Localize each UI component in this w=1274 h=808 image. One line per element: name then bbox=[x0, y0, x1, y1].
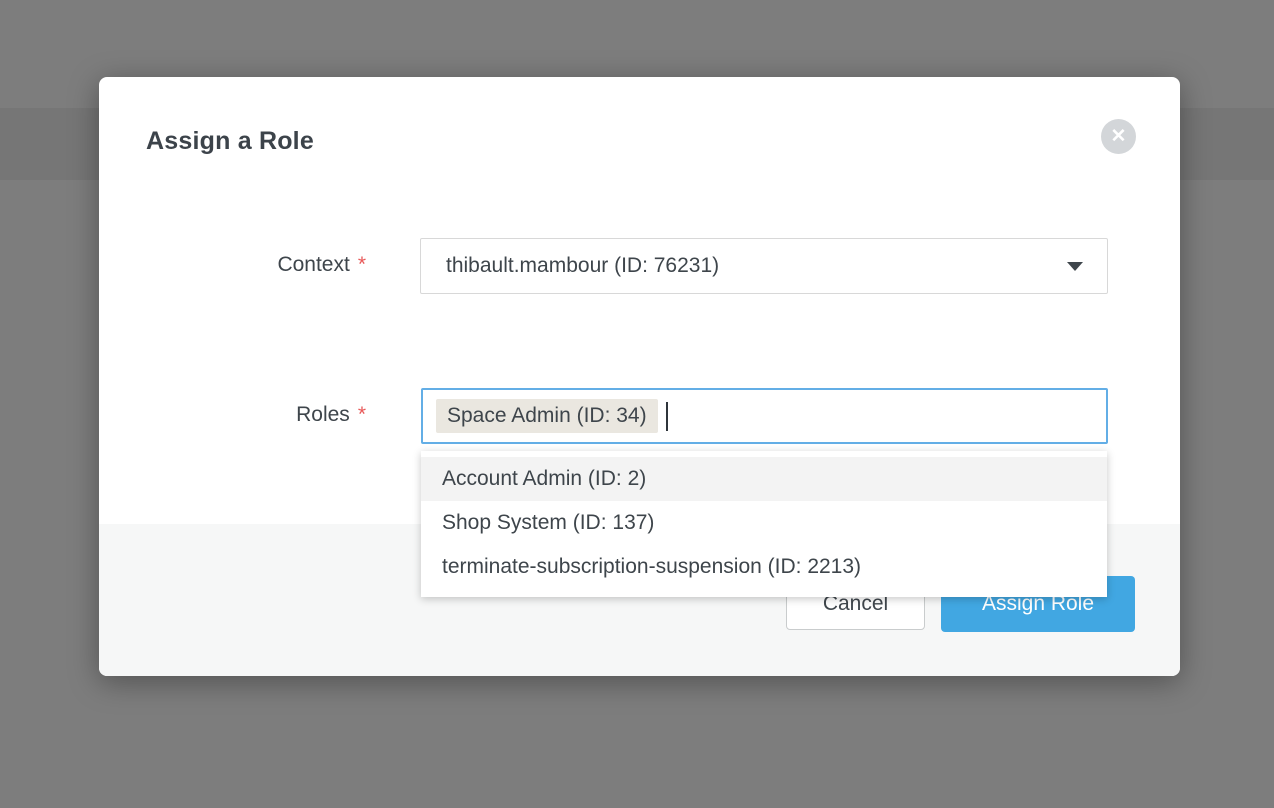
selected-role-tag[interactable]: Space Admin (ID: 34) bbox=[436, 399, 658, 433]
page-overlay: { "modal": { "title": "Assign a Role", "… bbox=[0, 0, 1274, 808]
text-cursor bbox=[666, 402, 668, 431]
context-select[interactable]: thibault.mambour (ID: 76231) bbox=[420, 238, 1108, 294]
chevron-down-icon bbox=[1067, 262, 1083, 271]
dropdown-option-terminate-subscription-suspension[interactable]: terminate-subscription-suspension (ID: 2… bbox=[421, 545, 1107, 589]
close-icon[interactable]: ✕ bbox=[1101, 119, 1136, 154]
context-label-text: Context bbox=[277, 253, 349, 276]
close-icon-glyph: ✕ bbox=[1111, 127, 1127, 146]
roles-field-label: Roles * bbox=[159, 403, 366, 427]
required-asterisk: * bbox=[358, 253, 366, 276]
context-field-label: Context * bbox=[159, 253, 366, 277]
roles-multiselect-input[interactable]: Space Admin (ID: 34) bbox=[421, 388, 1108, 444]
required-asterisk: * bbox=[358, 403, 366, 426]
roles-dropdown-list: Account Admin (ID: 2) Shop System (ID: 1… bbox=[421, 451, 1107, 597]
dialog-title: Assign a Role bbox=[146, 127, 314, 156]
dropdown-option-shop-system[interactable]: Shop System (ID: 137) bbox=[421, 501, 1107, 545]
dropdown-option-account-admin[interactable]: Account Admin (ID: 2) bbox=[421, 457, 1107, 501]
context-select-value: thibault.mambour (ID: 76231) bbox=[446, 254, 1067, 278]
roles-label-text: Roles bbox=[296, 403, 350, 426]
assign-role-dialog: Assign a Role ✕ Context * thibault.mambou… bbox=[99, 77, 1180, 676]
